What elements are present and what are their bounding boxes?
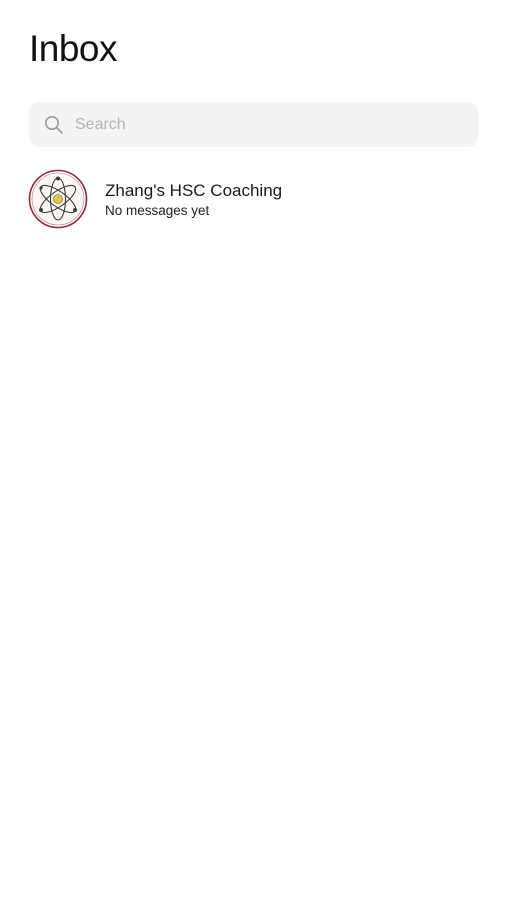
- conversation-name: Zhang's HSC Coaching: [105, 181, 283, 200]
- atom-logo-avatar: [28, 169, 88, 229]
- conversation-text: Zhang's HSC Coaching No messages yet: [105, 180, 282, 219]
- search-input[interactable]: [75, 109, 455, 140]
- conversation-list: Zhang's HSC Coaching No messages yet: [0, 165, 507, 233]
- conversation-preview: No messages yet: [105, 203, 210, 218]
- page-title: Inbox: [29, 28, 118, 69]
- search-bar[interactable]: [29, 102, 478, 147]
- conversation-item[interactable]: Zhang's HSC Coaching No messages yet: [0, 165, 507, 233]
- search-icon: [44, 115, 64, 135]
